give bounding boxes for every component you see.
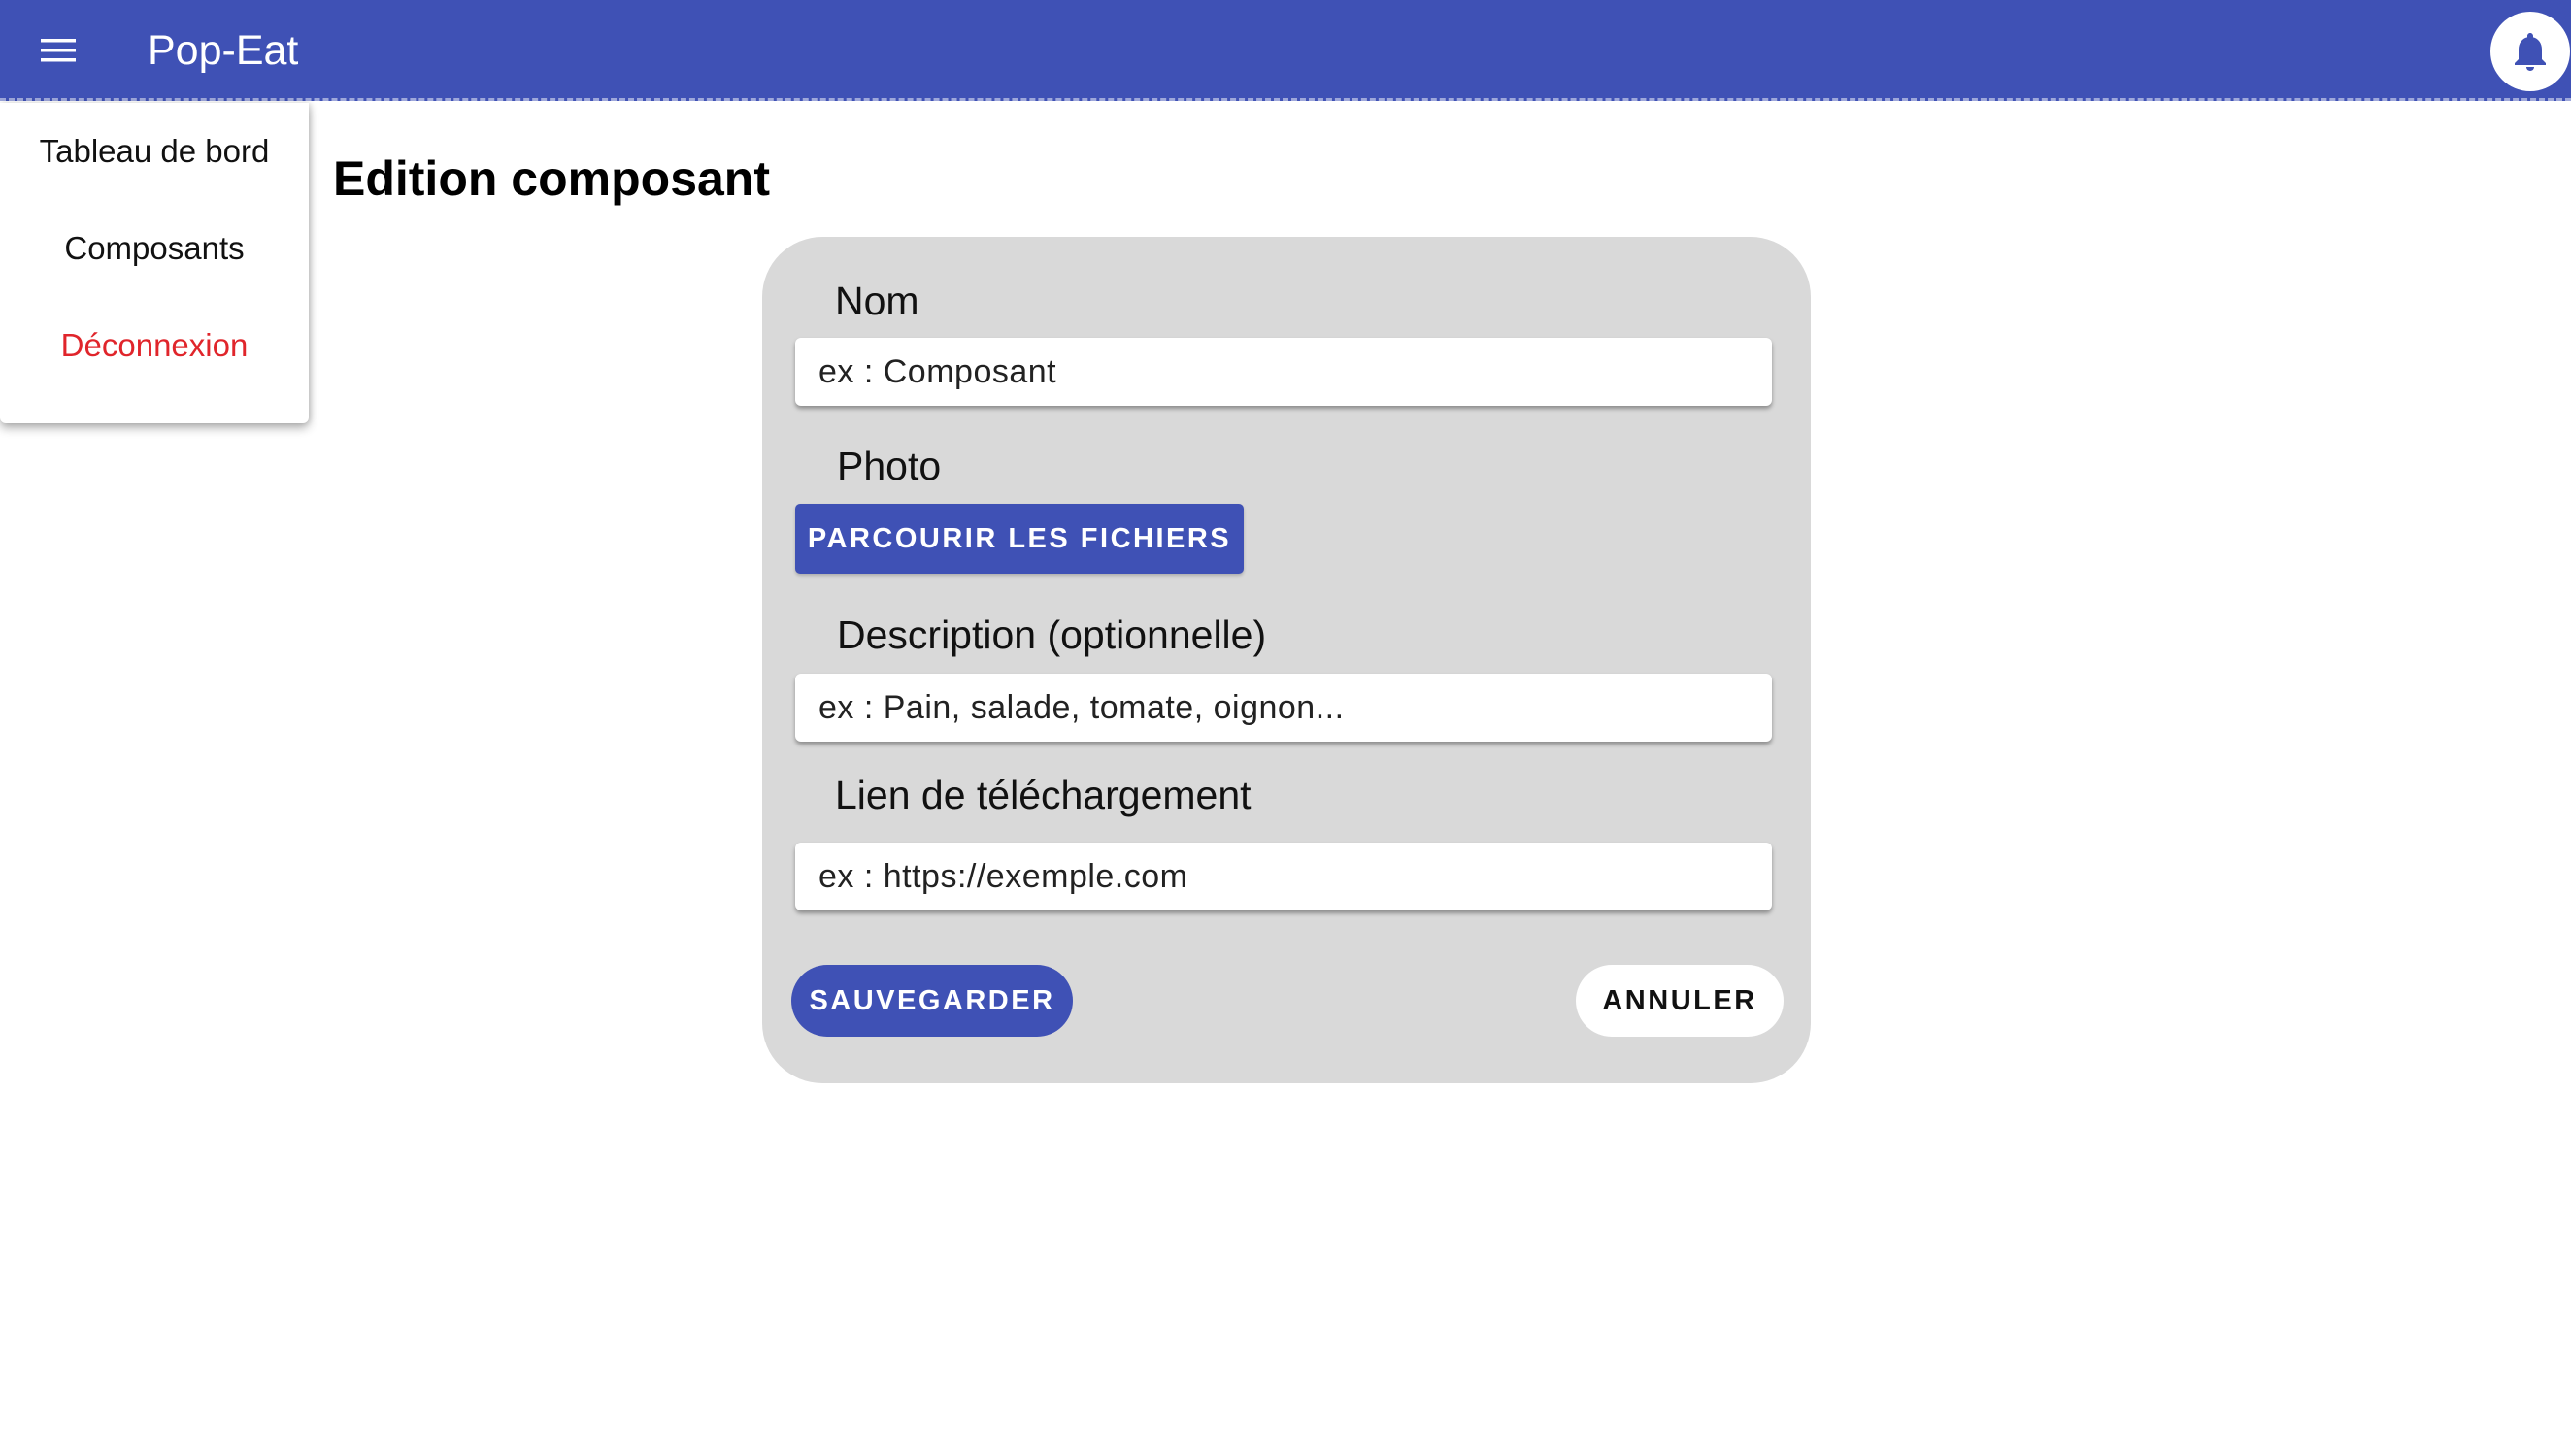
hamburger-menu-icon[interactable] [29, 27, 87, 74]
menu-item-dashboard[interactable]: Tableau de bord [0, 103, 309, 200]
bell-icon [2515, 33, 2546, 71]
description-input[interactable] [795, 674, 1772, 742]
menu-item-logout[interactable]: Déconnexion [0, 297, 309, 394]
component-edit-form: Nom Photo PARCOURIR LES FICHIERS Descrip… [762, 237, 1811, 1083]
cancel-button[interactable]: ANNULER [1576, 965, 1784, 1037]
download-link-input[interactable] [795, 843, 1772, 910]
download-link-label: Lien de téléchargement [835, 773, 1252, 817]
app-bar: Pop-Eat [0, 0, 2571, 101]
name-label: Nom [835, 279, 919, 323]
page-title: Edition composant [333, 151, 770, 206]
browse-files-button[interactable]: PARCOURIR LES FICHIERS [795, 504, 1244, 574]
menu-item-components[interactable]: Composants [0, 200, 309, 297]
save-button[interactable]: SAUVEGARDER [791, 965, 1073, 1037]
notification-button[interactable] [2490, 12, 2570, 91]
description-label: Description (optionnelle) [837, 612, 1267, 657]
app-title: Pop-Eat [148, 27, 299, 74]
name-input[interactable] [795, 338, 1772, 406]
navigation-menu: Tableau de bord Composants Déconnexion [0, 103, 309, 423]
photo-label: Photo [837, 444, 942, 488]
